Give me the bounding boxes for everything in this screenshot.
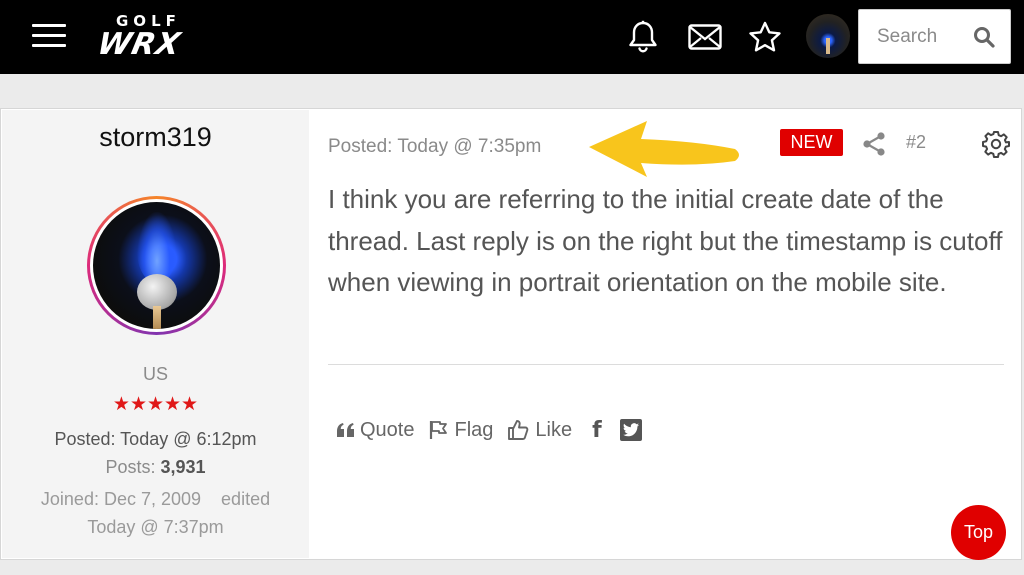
forum-post: storm319 US ★★★★★ Posted: Today @ 6:12pm… [0, 108, 1022, 560]
like-button[interactable]: Like [507, 419, 572, 442]
golfwrx-logo[interactable]: GOLF WRX [94, 12, 216, 62]
edited-label: edited [221, 489, 271, 509]
like-label: Like [535, 418, 573, 441]
author-posted-time: Posted: Today @ 6:12pm [54, 429, 257, 449]
post-timestamp[interactable]: Posted: Today @ 7:35pm [328, 136, 541, 158]
star-icon[interactable] [746, 18, 784, 56]
menu-icon[interactable] [32, 24, 66, 48]
post-divider [328, 364, 1004, 365]
quote-icon [337, 423, 354, 437]
mail-icon[interactable] [686, 18, 724, 56]
search-box [858, 9, 1011, 64]
top-navigation-bar: GOLF WRX [0, 0, 1024, 74]
author-post-count: Posts: 3,931 [2, 457, 309, 478]
author-country: US [142, 364, 168, 384]
flag-button[interactable]: Flag [428, 419, 493, 442]
search-input[interactable] [859, 10, 969, 63]
thumbs-up-icon [508, 420, 529, 440]
new-badge: NEW [780, 129, 843, 156]
quote-button[interactable]: Quote [336, 419, 414, 442]
post-actions: Quote Flag Like f [336, 415, 642, 445]
edited-time: Today @ 7:37pm [87, 517, 224, 537]
author-panel: storm319 US ★★★★★ Posted: Today @ 6:12pm… [2, 110, 309, 558]
quote-label: Quote [360, 418, 415, 441]
author-username[interactable]: storm319 [2, 122, 309, 153]
posts-count: 3,931 [160, 457, 206, 477]
post-body: I think you are referring to the initial… [328, 184, 1003, 297]
flag-label: Flag [454, 418, 494, 441]
user-avatar[interactable] [806, 14, 850, 58]
back-to-top-button[interactable]: Top [951, 505, 1006, 560]
joined-date: Joined: Dec 7, 2009 [40, 489, 202, 509]
post-number-link[interactable]: #2 [906, 132, 926, 153]
bell-icon[interactable] [624, 18, 662, 56]
search-icon[interactable] [972, 25, 996, 49]
logo-main-text: WRX [94, 27, 185, 62]
gear-icon[interactable] [981, 129, 1011, 159]
author-avatar[interactable] [87, 196, 226, 335]
annotation-arrow [589, 121, 739, 177]
author-joined-line: Joined: Dec 7, 2009 edited [2, 489, 309, 510]
facebook-share-icon[interactable]: f [592, 418, 602, 443]
twitter-share-icon[interactable] [619, 419, 642, 441]
author-rating-stars: ★★★★★ [112, 394, 199, 415]
posts-label: Posts: [105, 457, 156, 477]
share-icon[interactable] [861, 131, 887, 157]
flag-icon [430, 421, 448, 439]
